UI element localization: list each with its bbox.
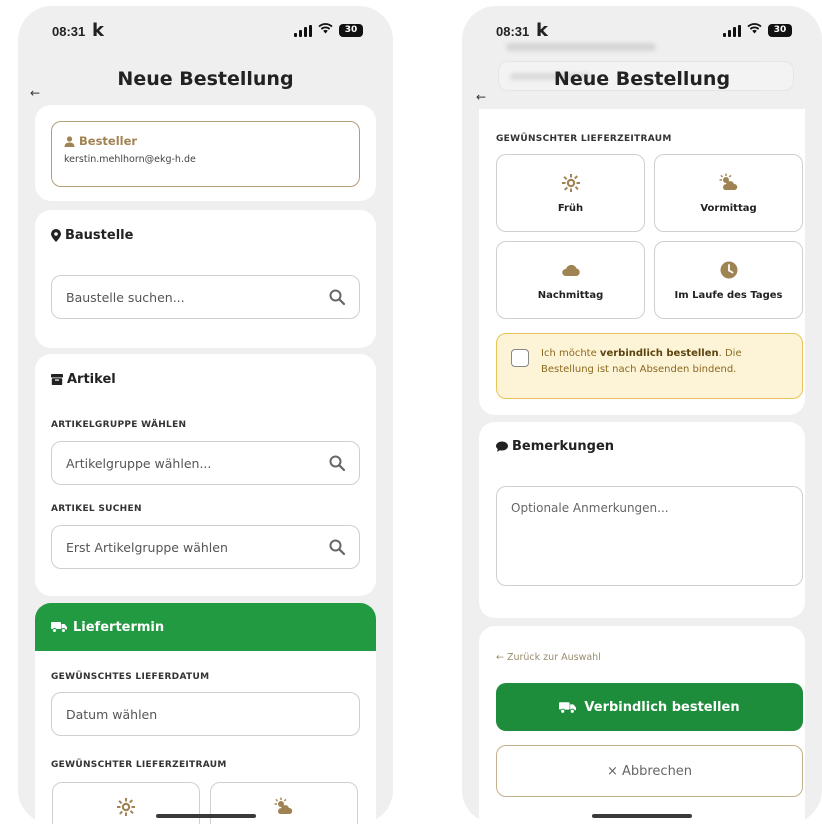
artikelgruppe-placeholder: Artikelgruppe wählen... xyxy=(66,455,212,471)
status-time: 08:31 xyxy=(496,24,530,39)
baustelle-heading: Baustelle xyxy=(51,228,133,243)
artikel-search-placeholder: Erst Artikelgruppe wählen xyxy=(66,539,228,555)
artikel-search-input[interactable]: Erst Artikelgruppe wählen xyxy=(51,525,360,569)
artikelgruppe-input[interactable]: Artikelgruppe wählen... xyxy=(51,441,360,485)
period-tile-nachmittag[interactable]: Nachmittag xyxy=(496,241,645,319)
artikel-suchen-label: ARTIKEL SUCHEN xyxy=(51,504,142,514)
lieferdatum-placeholder: Datum wählen xyxy=(66,706,158,722)
carrier-logo-k: k xyxy=(92,20,104,41)
wifi-icon xyxy=(318,23,333,38)
home-indicator xyxy=(155,814,256,818)
artikel-card: Artikel ARTIKELGRUPPE WÄHLEN Artikelgrup… xyxy=(35,354,376,596)
besteller-heading: Besteller xyxy=(64,134,347,148)
lieferzeitraum-label: GEWÜNSCHTER LIEFERZEITRAUM xyxy=(51,760,227,770)
baustelle-title: Baustelle xyxy=(65,228,134,243)
lieferdatum-label: GEWÜNSCHTES LIEFERDATUM xyxy=(51,672,210,682)
battery-icon: 30 xyxy=(768,24,792,37)
period-label-ganztags: Im Laufe des Tages xyxy=(674,289,783,301)
artikel-heading: Artikel xyxy=(51,372,116,387)
besteller-box: Besteller kerstin.mehlhorn@ekg-h.de xyxy=(51,121,360,187)
lieferzeitraum-label: GEWÜNSCHTER LIEFERZEITRAUM xyxy=(496,134,672,144)
search-icon[interactable] xyxy=(329,289,345,305)
artikel-title: Artikel xyxy=(67,372,116,387)
confirm-text-pre: Ich möchte xyxy=(541,348,600,359)
binding-order-text: Ich möchte verbindlich bestellen. Die Be… xyxy=(541,346,790,378)
phone-screen-right: 08:31 k 30 ← Neue Bestellung GEWÜNSCHTER… xyxy=(462,6,822,824)
status-time: 08:31 xyxy=(52,24,86,39)
binding-order-confirm[interactable]: Ich möchte verbindlich bestellen. Die Be… xyxy=(496,333,803,399)
bemerkungen-heading: Bemerkungen xyxy=(496,439,614,454)
baustelle-card: Baustelle Baustelle suchen... xyxy=(35,210,376,348)
bemerkungen-title: Bemerkungen xyxy=(512,439,615,454)
period-label-frueh: Früh xyxy=(557,202,584,214)
battery-icon: 30 xyxy=(339,24,363,37)
map-marker-icon xyxy=(51,229,61,242)
signal-icon xyxy=(294,24,312,37)
back-button[interactable]: ← xyxy=(476,90,486,104)
status-bar: 08:31 k 30 xyxy=(462,20,822,42)
search-icon[interactable] xyxy=(329,455,345,471)
artikelgruppe-label: ARTIKELGRUPPE WÄHLEN xyxy=(51,420,187,430)
confirm-text-bold: verbindlich bestellen xyxy=(599,348,719,359)
cloud-icon xyxy=(561,264,580,276)
page-title: Neue Bestellung xyxy=(117,68,294,90)
clock-icon xyxy=(720,261,737,278)
besteller-card: Besteller kerstin.mehlhorn@ekg-h.de xyxy=(35,105,376,201)
baustelle-placeholder: Baustelle suchen... xyxy=(66,289,185,305)
search-icon[interactable] xyxy=(329,539,345,555)
status-icons: 30 xyxy=(294,23,363,38)
period-tile-frueh[interactable]: Früh xyxy=(496,154,645,232)
submit-order-label: Verbindlich bestellen xyxy=(584,699,740,715)
sun-icon xyxy=(561,173,580,192)
home-indicator xyxy=(592,814,692,818)
bemerkungen-textarea[interactable]: Optionale Anmerkungen... xyxy=(496,486,803,586)
period-label-vormittag: Vormittag xyxy=(700,202,757,214)
signal-icon xyxy=(723,24,741,37)
liefertermin-header: Liefertermin xyxy=(35,603,376,651)
page-title: Neue Bestellung xyxy=(553,68,731,90)
besteller-email: kerstin.mehlhorn@ekg-h.de xyxy=(64,154,196,165)
truck-icon xyxy=(51,622,67,633)
period-tile-vormittag[interactable]: Vormittag xyxy=(654,154,803,232)
truck-icon xyxy=(559,701,577,714)
wifi-icon xyxy=(747,23,762,38)
period-label-nachmittag: Nachmittag xyxy=(537,289,604,301)
besteller-label: Besteller xyxy=(79,134,138,148)
box-icon xyxy=(51,374,63,385)
carrier-logo-k: k xyxy=(536,20,548,41)
binding-order-checkbox[interactable] xyxy=(511,349,529,367)
sun-cloud-icon xyxy=(274,797,293,814)
submit-order-button[interactable]: Verbindlich bestellen xyxy=(496,683,803,731)
sun-icon xyxy=(117,798,135,816)
phone-screen-left: 08:31 k 30 ← Neue Bestellung Besteller k… xyxy=(18,6,393,824)
liefertermin-body: GEWÜNSCHTES LIEFERDATUM Datum wählen GEW… xyxy=(35,651,376,824)
baustelle-search-input[interactable]: Baustelle suchen... xyxy=(51,275,360,319)
period-tile-ganztags[interactable]: Im Laufe des Tages xyxy=(654,241,803,319)
user-icon xyxy=(64,135,75,147)
liefertermin-title: Liefertermin xyxy=(73,619,165,635)
lieferdatum-input[interactable]: Datum wählen xyxy=(51,692,360,736)
status-bar: 08:31 k 30 xyxy=(18,20,393,42)
sun-cloud-icon xyxy=(719,173,737,190)
cancel-label: × Abbrechen xyxy=(606,763,693,779)
cancel-button[interactable]: × Abbrechen xyxy=(496,745,803,797)
comment-icon xyxy=(496,441,508,452)
status-icons: 30 xyxy=(723,23,792,38)
bemerkungen-placeholder: Optionale Anmerkungen... xyxy=(511,501,669,515)
back-to-selection-link[interactable]: ← Zurück zur Auswahl xyxy=(496,652,601,663)
